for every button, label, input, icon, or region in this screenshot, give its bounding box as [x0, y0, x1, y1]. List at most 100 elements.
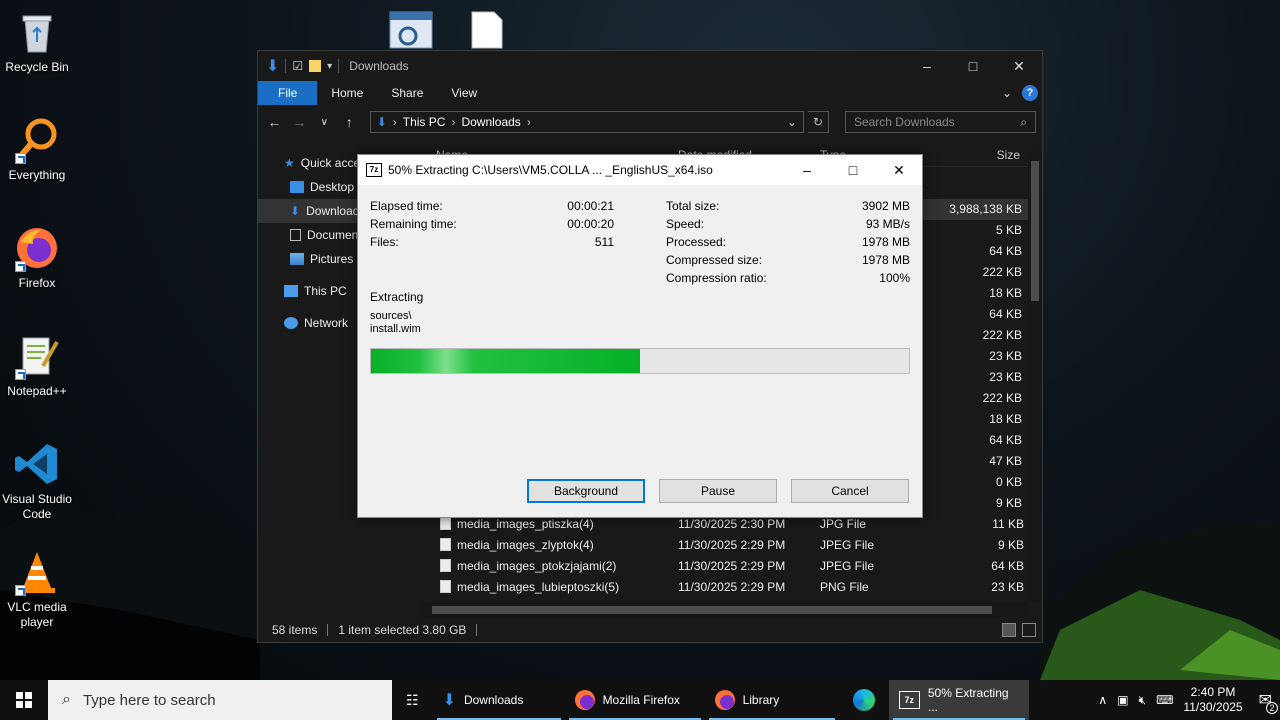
pause-button[interactable]: Pause: [659, 479, 777, 503]
table-cell-size[interactable]: 23 KB: [908, 346, 1028, 367]
file-type: JPEG File: [820, 537, 875, 552]
taskbar-item-7zip[interactable]: 7z 50% Extracting ...: [888, 680, 1029, 720]
back-button[interactable]: ←: [264, 114, 285, 130]
network-icon: [284, 317, 298, 329]
sidebar-item-label: Desktop: [310, 180, 355, 194]
desktop-icon-vlc[interactable]: VLC media player: [0, 548, 74, 630]
taskbar-item-edge[interactable]: [839, 680, 889, 720]
file-icon: [440, 538, 451, 551]
show-hidden-icons-icon[interactable]: ∧: [1098, 693, 1107, 707]
recent-locations-button[interactable]: ∨: [314, 117, 335, 128]
address-dropdown-icon[interactable]: ⌄: [787, 115, 797, 129]
scrollbar-thumb[interactable]: [1031, 161, 1039, 301]
item-count: 58 items: [272, 623, 318, 637]
search-placeholder: Type here to search: [82, 691, 216, 709]
maximize-button[interactable]: □: [950, 51, 996, 81]
table-row[interactable]: media_images_ptokzjajami(2) 11/30/2025 2…: [418, 555, 1030, 576]
taskbar-search-input[interactable]: ⌕ Type here to search: [48, 680, 392, 720]
table-cell-size[interactable]: 5 KB: [908, 220, 1028, 241]
tab-home[interactable]: Home: [317, 81, 377, 105]
table-cell-size[interactable]: 64 KB: [908, 304, 1028, 325]
quick-access-toolbar: ⬇ ☑ ▾ Downloads: [258, 56, 409, 76]
scrollbar-thumb[interactable]: [432, 606, 992, 614]
cancel-button[interactable]: Cancel: [791, 479, 909, 503]
desktop-icon-firefox[interactable]: Firefox: [0, 224, 74, 291]
new-folder-icon[interactable]: [309, 60, 322, 72]
minimize-button[interactable]: –: [784, 155, 830, 185]
up-button[interactable]: ↑: [339, 114, 360, 130]
customize-toolbar-icon[interactable]: ▾: [327, 61, 332, 72]
table-cell-size[interactable]: 222 KB: [908, 262, 1028, 283]
edge-icon: [852, 689, 875, 711]
background-button[interactable]: Background: [527, 479, 645, 503]
forward-button[interactable]: →: [289, 114, 310, 130]
details-view-icon[interactable]: [1002, 623, 1016, 637]
taskbar-item-downloads[interactable]: ⬇ Downloads: [433, 680, 565, 720]
search-input[interactable]: Search Downloads ⌕: [844, 111, 1037, 133]
table-cell-size[interactable]: 9 KB: [908, 493, 1028, 514]
table-cell-size[interactable]: 23 KB: [908, 367, 1028, 388]
desktop-icon-file[interactable]: [470, 10, 504, 50]
start-button[interactable]: [0, 680, 48, 720]
large-icons-view-icon[interactable]: [1022, 623, 1036, 637]
task-view-button[interactable]: ☷: [392, 680, 433, 720]
address-bar[interactable]: ⬇ › This PC › Downloads › ⌄: [369, 111, 804, 133]
table-row[interactable]: media_images_zlyptok(4) 11/30/2025 2:29 …: [418, 534, 1030, 555]
refresh-button[interactable]: ↻: [807, 111, 829, 133]
expand-ribbon-icon[interactable]: ⌄: [1002, 86, 1012, 100]
keyboard-icon[interactable]: ⌨: [1156, 693, 1173, 707]
shortcut-arrow-icon: [15, 261, 26, 272]
breadcrumb-downloads[interactable]: Downloads: [461, 115, 520, 129]
table-cell-size[interactable]: 64 KB: [908, 241, 1028, 262]
network-icon[interactable]: ▣: [1117, 693, 1128, 707]
download-arrow-icon: ⬇: [376, 115, 387, 129]
volume-muted-icon[interactable]: 🔇︎: [1139, 693, 1147, 708]
clock[interactable]: 2:40 PM 11/30/2025: [1183, 685, 1242, 715]
tab-file[interactable]: File: [258, 81, 318, 105]
table-row[interactable]: media_images_lubieptoszki(5) 11/30/2025 …: [418, 576, 1030, 597]
table-cell-size[interactable]: 18 KB: [908, 283, 1028, 304]
taskbar-item-label: Library: [742, 693, 780, 707]
desktop-folder-icon: [290, 181, 304, 193]
stat-value: 93 MB/s: [865, 217, 910, 231]
table-cell-size[interactable]: 222 KB: [908, 388, 1028, 409]
breadcrumb-this-pc[interactable]: This PC: [403, 115, 446, 129]
desktop-icon-app[interactable]: [388, 10, 434, 50]
desktop-icon-vscode[interactable]: Visual Studio Code: [0, 440, 74, 522]
file-name: media_images_ptiszka(4): [457, 516, 594, 531]
minimize-button[interactable]: –: [904, 51, 950, 81]
taskbar-item-firefox[interactable]: Mozilla Firefox: [565, 680, 705, 720]
table-cell-size[interactable]: 222 KB: [908, 325, 1028, 346]
table-cell-size[interactable]: 47 KB: [908, 451, 1028, 472]
table-cell-size[interactable]: 3,988,138 KB: [908, 199, 1028, 220]
column-size[interactable]: Size: [940, 148, 1026, 162]
notifications-icon[interactable]: ✉ 2: [1253, 690, 1278, 714]
horizontal-scrollbar[interactable]: [418, 602, 1028, 618]
close-button[interactable]: ✕: [996, 51, 1042, 81]
table-cell-size[interactable]: 18 KB: [908, 409, 1028, 430]
desktop-icon-everything[interactable]: Everything: [0, 116, 74, 183]
path-file: install.wim: [370, 323, 421, 335]
windows-logo-icon: [16, 692, 32, 708]
tab-share[interactable]: Share: [377, 81, 437, 105]
stat-value: 00:00:20: [567, 217, 614, 231]
maximize-button[interactable]: □: [830, 155, 876, 185]
properties-icon[interactable]: ☑: [292, 59, 303, 73]
tab-view[interactable]: View: [437, 81, 491, 105]
breadcrumb-chevron-icon: ›: [451, 115, 456, 129]
close-button[interactable]: ✕: [876, 155, 922, 185]
file-type: JPEG File: [820, 558, 875, 573]
desktop-icon-notepad-plus-plus[interactable]: Notepad++: [0, 332, 74, 399]
table-cell-size[interactable]: 64 KB: [908, 430, 1028, 451]
everything-icon: [13, 116, 61, 164]
download-arrow-icon: ⬇: [266, 58, 280, 75]
desktop-icon-recycle-bin[interactable]: Recycle Bin: [0, 8, 74, 75]
firefox-icon: [13, 224, 61, 272]
vertical-scrollbar[interactable]: [1028, 151, 1042, 602]
taskbar-item-label: 50% Extracting ...: [927, 686, 1009, 714]
table-cell-size[interactable]: 0 KB: [908, 472, 1028, 493]
progress-bar: [370, 348, 910, 374]
help-icon[interactable]: ?: [1022, 85, 1038, 101]
status-bar: 58 items 1 item selected 3.80 GB: [258, 618, 1042, 642]
taskbar-item-library[interactable]: Library: [705, 680, 839, 720]
